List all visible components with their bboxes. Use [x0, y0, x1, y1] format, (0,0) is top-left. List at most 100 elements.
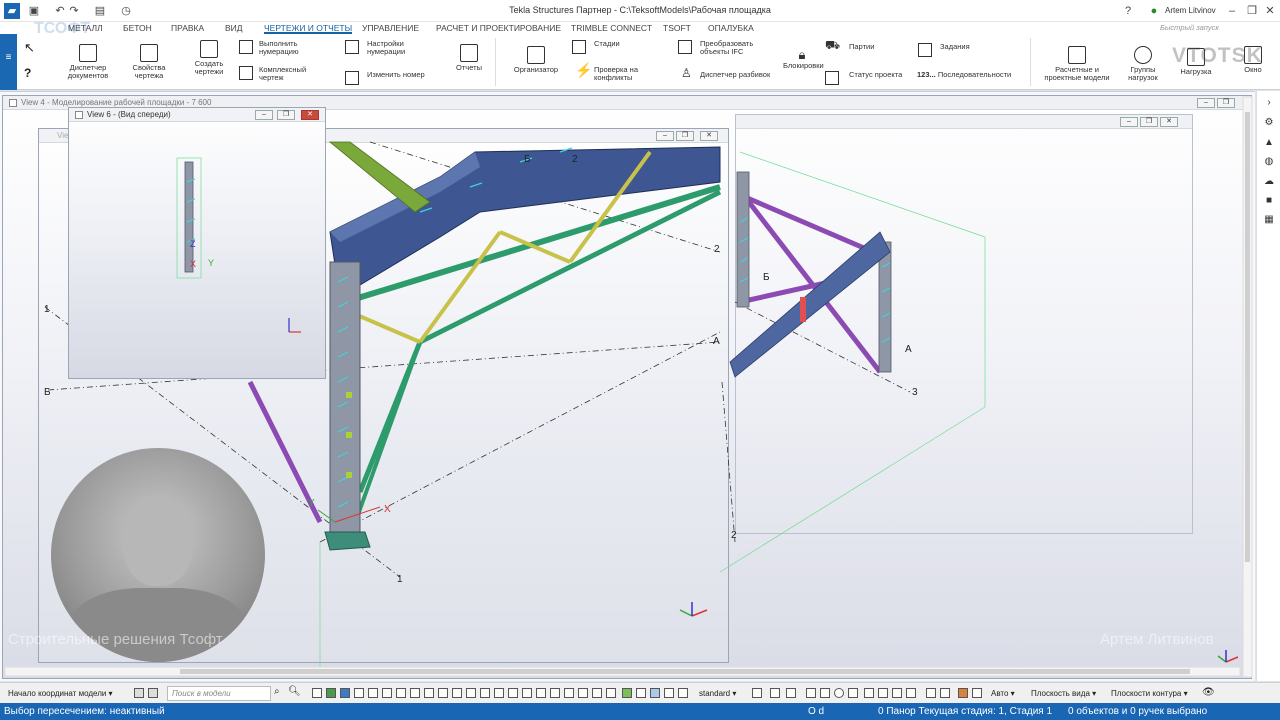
scrollbar-thumb[interactable] — [1245, 112, 1250, 562]
snap-tool-icon[interactable] — [650, 688, 660, 698]
draw-tool-icon[interactable] — [878, 688, 888, 698]
convert-ifc-button[interactable]: Преобразовать объекты IFC — [678, 40, 778, 56]
locks-button[interactable]: 🔒︎ Блокировки — [783, 48, 824, 70]
numbering-settings-button[interactable]: Настройки нумерации — [345, 40, 440, 56]
origin-select[interactable]: Начало координат модели ▾ — [8, 686, 113, 701]
tab-manage[interactable]: УПРАВЛЕНИЕ — [362, 22, 419, 34]
hscrollbar-thumb[interactable] — [180, 669, 1190, 674]
doc-manager-button[interactable]: Диспетчер документов — [63, 44, 113, 80]
select-tool-icon[interactable] — [494, 688, 504, 698]
select-tool-icon[interactable] — [452, 688, 462, 698]
draw-tool-icon[interactable] — [864, 688, 874, 698]
complex-drawing-button[interactable]: Комплексный чертеж — [239, 66, 329, 82]
quick-search-input[interactable]: Быстрый запуск — [1160, 23, 1240, 34]
draw-tool-icon[interactable] — [806, 688, 816, 698]
close-icon[interactable]: ✕ — [1262, 3, 1278, 19]
help-pointer-icon[interactable]: ? — [24, 66, 31, 80]
contour-plane-select[interactable]: Плоскости контура ▾ — [1111, 686, 1188, 701]
tab-edit[interactable]: ПРАВКА — [171, 22, 204, 34]
change-number-button[interactable]: Изменить номер — [345, 71, 440, 85]
search-icon[interactable]: ⌕ — [274, 686, 280, 697]
snap-tool-icon[interactable] — [678, 688, 688, 698]
lots-button[interactable]: ⛟ Партии — [825, 39, 905, 51]
tab-view[interactable]: ВИД — [225, 22, 243, 34]
auto-select[interactable]: Авто ▾ — [991, 686, 1015, 701]
view6-close[interactable]: ✕ — [301, 110, 319, 120]
left-blue-strip[interactable]: ≡ — [0, 34, 17, 90]
layout-manager-button[interactable]: ♙ Диспетчер разбивок — [678, 67, 778, 79]
project-status-button[interactable]: Статус проекта — [825, 71, 905, 85]
top-chord-green[interactable] — [328, 141, 431, 213]
snap-tool-icon[interactable] — [592, 688, 602, 698]
view-tool-icon[interactable] — [770, 688, 780, 698]
draw-tool-icon[interactable] — [848, 688, 858, 698]
select-tool-icon[interactable] — [396, 688, 406, 698]
properties-icon[interactable]: ⚙ — [1263, 117, 1275, 129]
base-plate[interactable] — [324, 531, 371, 551]
snap-icon[interactable] — [134, 688, 144, 698]
select-pointer-icon[interactable]: ↖ — [24, 40, 35, 56]
create-drawings-button[interactable]: Создать чертежи — [186, 40, 232, 76]
view-plane-select[interactable]: Плоскость вида ▾ — [1031, 686, 1096, 701]
select-tool-icon[interactable] — [536, 688, 546, 698]
snap-tool-icon[interactable] — [578, 688, 588, 698]
expand-icon[interactable]: › — [1263, 97, 1275, 109]
tab-trimble-connect[interactable]: TRIMBLE CONNECT — [571, 22, 652, 34]
select-tool-icon[interactable] — [382, 688, 392, 698]
tab-analysis[interactable]: РАСЧЕТ И ПРОЕКТИРОВАНИЕ — [436, 22, 561, 34]
draw-tool-icon[interactable] — [892, 688, 902, 698]
column-front[interactable] — [184, 161, 194, 273]
snap-tool-icon[interactable] — [564, 688, 574, 698]
snap-tool-icon[interactable] — [636, 688, 646, 698]
select-tool-icon[interactable] — [354, 688, 364, 698]
user-name[interactable]: Artem Litvinov — [1165, 6, 1216, 15]
globe-icon[interactable]: ◍ — [1263, 156, 1275, 168]
run-numbering-button[interactable]: Выполнить нумерацию — [239, 40, 329, 56]
view6-maximize[interactable]: ❐ — [277, 110, 295, 120]
organizer-button[interactable]: Организатор — [508, 46, 564, 74]
circle-tool-icon[interactable] — [834, 688, 844, 698]
stages-button[interactable]: Стадии — [572, 40, 662, 54]
view6-minimize[interactable]: – — [255, 110, 273, 120]
draw-tool-icon[interactable] — [940, 688, 950, 698]
hat-icon[interactable]: ▲ — [1263, 137, 1275, 149]
help-icon[interactable]: ? — [1120, 3, 1136, 19]
view-tool-icon[interactable] — [752, 688, 762, 698]
snap-tool-icon[interactable] — [606, 688, 616, 698]
model-search-input[interactable]: Поиск в модели — [167, 686, 271, 701]
select-assembly-icon[interactable] — [340, 688, 350, 698]
yellow-brace[interactable] — [418, 230, 502, 344]
draw-tool-icon[interactable] — [958, 688, 968, 698]
analysis-models-button[interactable]: Расчетные и проектные модели — [1040, 46, 1114, 82]
clash-check-button[interactable]: ⚡ Проверка на конфликты — [572, 63, 668, 82]
select-tool-icon[interactable] — [466, 688, 476, 698]
zoom-icon[interactable]: 🔍︎ — [288, 686, 301, 697]
draw-tool-icon[interactable] — [972, 688, 982, 698]
view6-window[interactable]: View 6 - (Вид спереди) – ❐ ✕ Z X Y — [68, 107, 326, 379]
eye-icon[interactable]: 👁︎ — [1202, 687, 1215, 698]
sequences-button[interactable]: 123... Последовательности — [917, 71, 1027, 79]
minimize-icon[interactable]: – — [1224, 3, 1240, 19]
select-tool-icon[interactable] — [480, 688, 490, 698]
cloud-icon[interactable]: ☁ — [1263, 176, 1275, 188]
select-tool-icon[interactable] — [410, 688, 420, 698]
menu-icon[interactable]: ≡ — [0, 52, 17, 63]
select-tool-icon[interactable] — [368, 688, 378, 698]
maximize-icon[interactable]: ❐ — [1244, 3, 1260, 19]
snap-tool-icon[interactable] — [664, 688, 674, 698]
draw-tool-icon[interactable] — [906, 688, 916, 698]
reports-button[interactable]: Отчеты — [452, 44, 486, 72]
select-tool-icon[interactable] — [424, 688, 434, 698]
select-tool-icon[interactable] — [550, 688, 560, 698]
snap-icon[interactable] — [148, 688, 158, 698]
tasks-button[interactable]: Задания — [918, 43, 988, 57]
select-parts-icon[interactable] — [326, 688, 336, 698]
select-tool-icon[interactable] — [312, 688, 322, 698]
eye-icon[interactable] — [786, 688, 796, 698]
cube-icon[interactable]: ■ — [1263, 195, 1275, 207]
column-right[interactable] — [736, 171, 750, 308]
view6-titlebar[interactable]: View 6 - (Вид спереди) – ❐ ✕ — [69, 108, 325, 122]
drawing-props-button[interactable]: Свойства чертежа — [125, 44, 173, 80]
snap-tool-icon[interactable] — [622, 688, 632, 698]
draw-tool-icon[interactable] — [926, 688, 936, 698]
